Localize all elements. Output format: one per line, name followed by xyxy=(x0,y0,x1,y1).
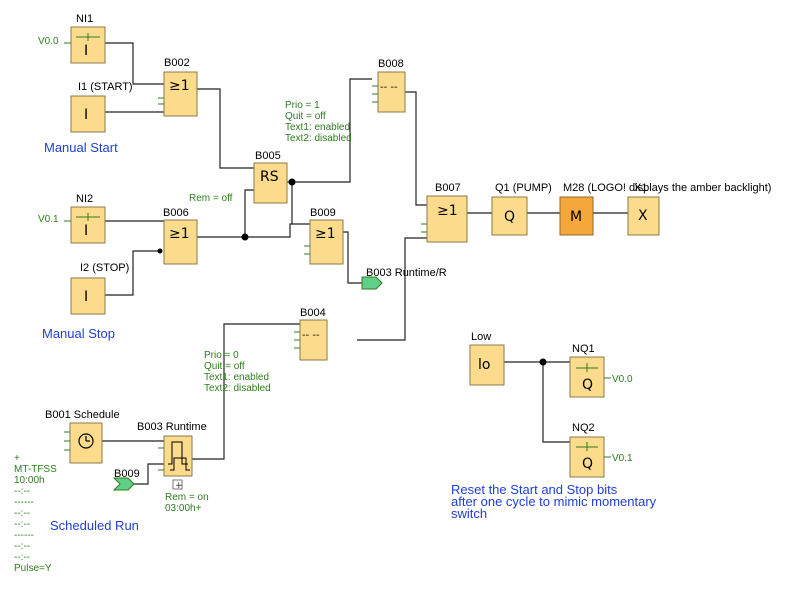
block-i1[interactable]: I1 (START) I xyxy=(70,81,133,133)
param-line: Text1: enabled xyxy=(285,122,350,133)
block-symbol: Q xyxy=(582,377,593,393)
block-b004[interactable]: B004 -- -- Prio = 0 Quit = off Text1: en… xyxy=(204,307,328,394)
block-name: B009 xyxy=(310,207,336,219)
block-name: B001 Schedule xyxy=(45,409,120,421)
param-line: --:-- xyxy=(14,552,30,563)
block-b005[interactable]: B005 RS Rem = off xyxy=(189,150,288,204)
block-symbol: Q xyxy=(504,209,515,225)
block-symbol: RS xyxy=(260,169,279,185)
block-symbol: ≥1 xyxy=(169,78,190,94)
block-ni2[interactable]: NI2 I V0.1 xyxy=(38,193,106,244)
block-name: B006 xyxy=(163,207,189,219)
param-line: Text1: enabled xyxy=(204,372,269,383)
block-name: I1 (START) xyxy=(78,81,133,93)
param-line: Text2: disabled xyxy=(204,383,271,394)
block-b006[interactable]: B006 ≥1 xyxy=(163,207,198,265)
block-name: B002 xyxy=(164,57,190,69)
comment-reset-line: switch xyxy=(451,506,487,521)
param-line: Text2: disabled xyxy=(285,133,352,144)
param-line: --:-- xyxy=(14,486,30,497)
param-line: Quit = off xyxy=(204,361,245,372)
junction-dot xyxy=(241,233,249,241)
block-name: B004 xyxy=(300,307,326,319)
block-symbol: ≥1 xyxy=(169,226,190,242)
block-q1[interactable]: Q1 (PUMP) Q xyxy=(491,182,552,236)
rem-text: Rem = off xyxy=(189,193,233,204)
block-symbol: ≥1 xyxy=(315,226,336,242)
block-i2[interactable]: I2 (STOP) I xyxy=(70,262,129,315)
connector-flag-b003-runtime-r[interactable]: B003 Runtime/R xyxy=(361,267,447,290)
block-name: I2 (STOP) xyxy=(80,262,129,274)
param-text: V0.0 xyxy=(612,374,633,385)
block-b001[interactable]: B001 Schedule + MT-TFSS 10:00h --:-- ---… xyxy=(14,409,120,574)
connector-flag-b009[interactable]: B009 xyxy=(112,468,140,491)
comment-manual-stop: Manual Stop xyxy=(42,326,115,341)
block-name: B003 Runtime xyxy=(137,421,207,433)
block-b007[interactable]: B007 ≥1 xyxy=(421,182,468,243)
block-name: NI2 xyxy=(76,193,93,205)
block-symbol: -- -- xyxy=(302,330,320,341)
param-line: Prio = 1 xyxy=(285,100,320,111)
block-symbol: -- -- xyxy=(380,82,398,93)
expand-glyph: + xyxy=(175,481,183,491)
block-m28[interactable]: M28 (LOGO! displays the amber backlight)… xyxy=(559,182,771,236)
block-symbol: Q xyxy=(582,456,593,472)
param-line: 10:00h xyxy=(14,475,45,486)
block-symbol: I xyxy=(84,223,88,239)
block-symbol: lo xyxy=(478,357,490,373)
block-ni1[interactable]: NI1 I V0.0 xyxy=(38,13,106,64)
block-name: M28 (LOGO! displays the amber backlight) xyxy=(563,182,771,194)
param-line: --:-- xyxy=(14,519,30,530)
param-text: V0.1 xyxy=(38,214,59,225)
param-line: --:-- xyxy=(14,508,30,519)
param-text: V0.0 xyxy=(38,36,59,47)
block-symbol: ≥1 xyxy=(437,203,458,219)
flag-label: B003 Runtime/R xyxy=(366,267,447,279)
param-line: Quit = off xyxy=(285,111,326,122)
param-line: --:-- xyxy=(14,541,30,552)
param-line: Pulse=Y xyxy=(14,563,52,574)
block-name: B008 xyxy=(378,58,404,70)
block-name: NQ2 xyxy=(572,422,595,434)
negation-dot xyxy=(157,248,163,254)
block-nq1[interactable]: NQ1 Q V0.0 xyxy=(569,343,633,398)
block-name: NI1 xyxy=(76,13,93,25)
rem-text: Rem = on xyxy=(165,492,209,503)
block-name: Q1 (PUMP) xyxy=(495,182,552,194)
param-line: Prio = 0 xyxy=(204,350,239,361)
block-nq2[interactable]: NQ2 Q V0.1 xyxy=(569,422,633,478)
param-line: ------ xyxy=(14,497,34,508)
block-symbol: I xyxy=(84,43,88,59)
time-text: 03:00h+ xyxy=(165,503,202,514)
comment-manual-start: Manual Start xyxy=(44,140,118,155)
comment-scheduled-run: Scheduled Run xyxy=(50,518,139,533)
block-symbol: I xyxy=(84,289,88,305)
block-name: Low xyxy=(471,331,491,343)
block-b002[interactable]: B002 ≥1 xyxy=(158,57,198,117)
block-name: NQ1 xyxy=(572,343,595,355)
function-block-diagram: NI1 I V0.0 I1 (START) I Manual Start B00… xyxy=(14,13,771,574)
junction-dot xyxy=(288,178,296,186)
block-name: X1 xyxy=(634,182,647,194)
block-symbol: X xyxy=(638,208,648,224)
block-b008[interactable]: B008 -- -- Prio = 1 Quit = off Text1: en… xyxy=(285,58,406,144)
block-b009[interactable]: B009 ≥1 xyxy=(304,207,344,265)
param-text: V0.1 xyxy=(612,453,633,464)
block-low[interactable]: Low lo xyxy=(469,331,505,386)
block-name: B007 xyxy=(435,182,461,194)
junction-dot xyxy=(539,358,547,366)
block-symbol: I xyxy=(84,107,88,123)
flag-label: B009 xyxy=(114,468,140,480)
block-name: B005 xyxy=(255,150,281,162)
param-line: MT-TFSS xyxy=(14,464,57,475)
block-symbol: M xyxy=(570,209,582,225)
param-line: + xyxy=(14,453,20,464)
param-line: ------ xyxy=(14,530,34,541)
